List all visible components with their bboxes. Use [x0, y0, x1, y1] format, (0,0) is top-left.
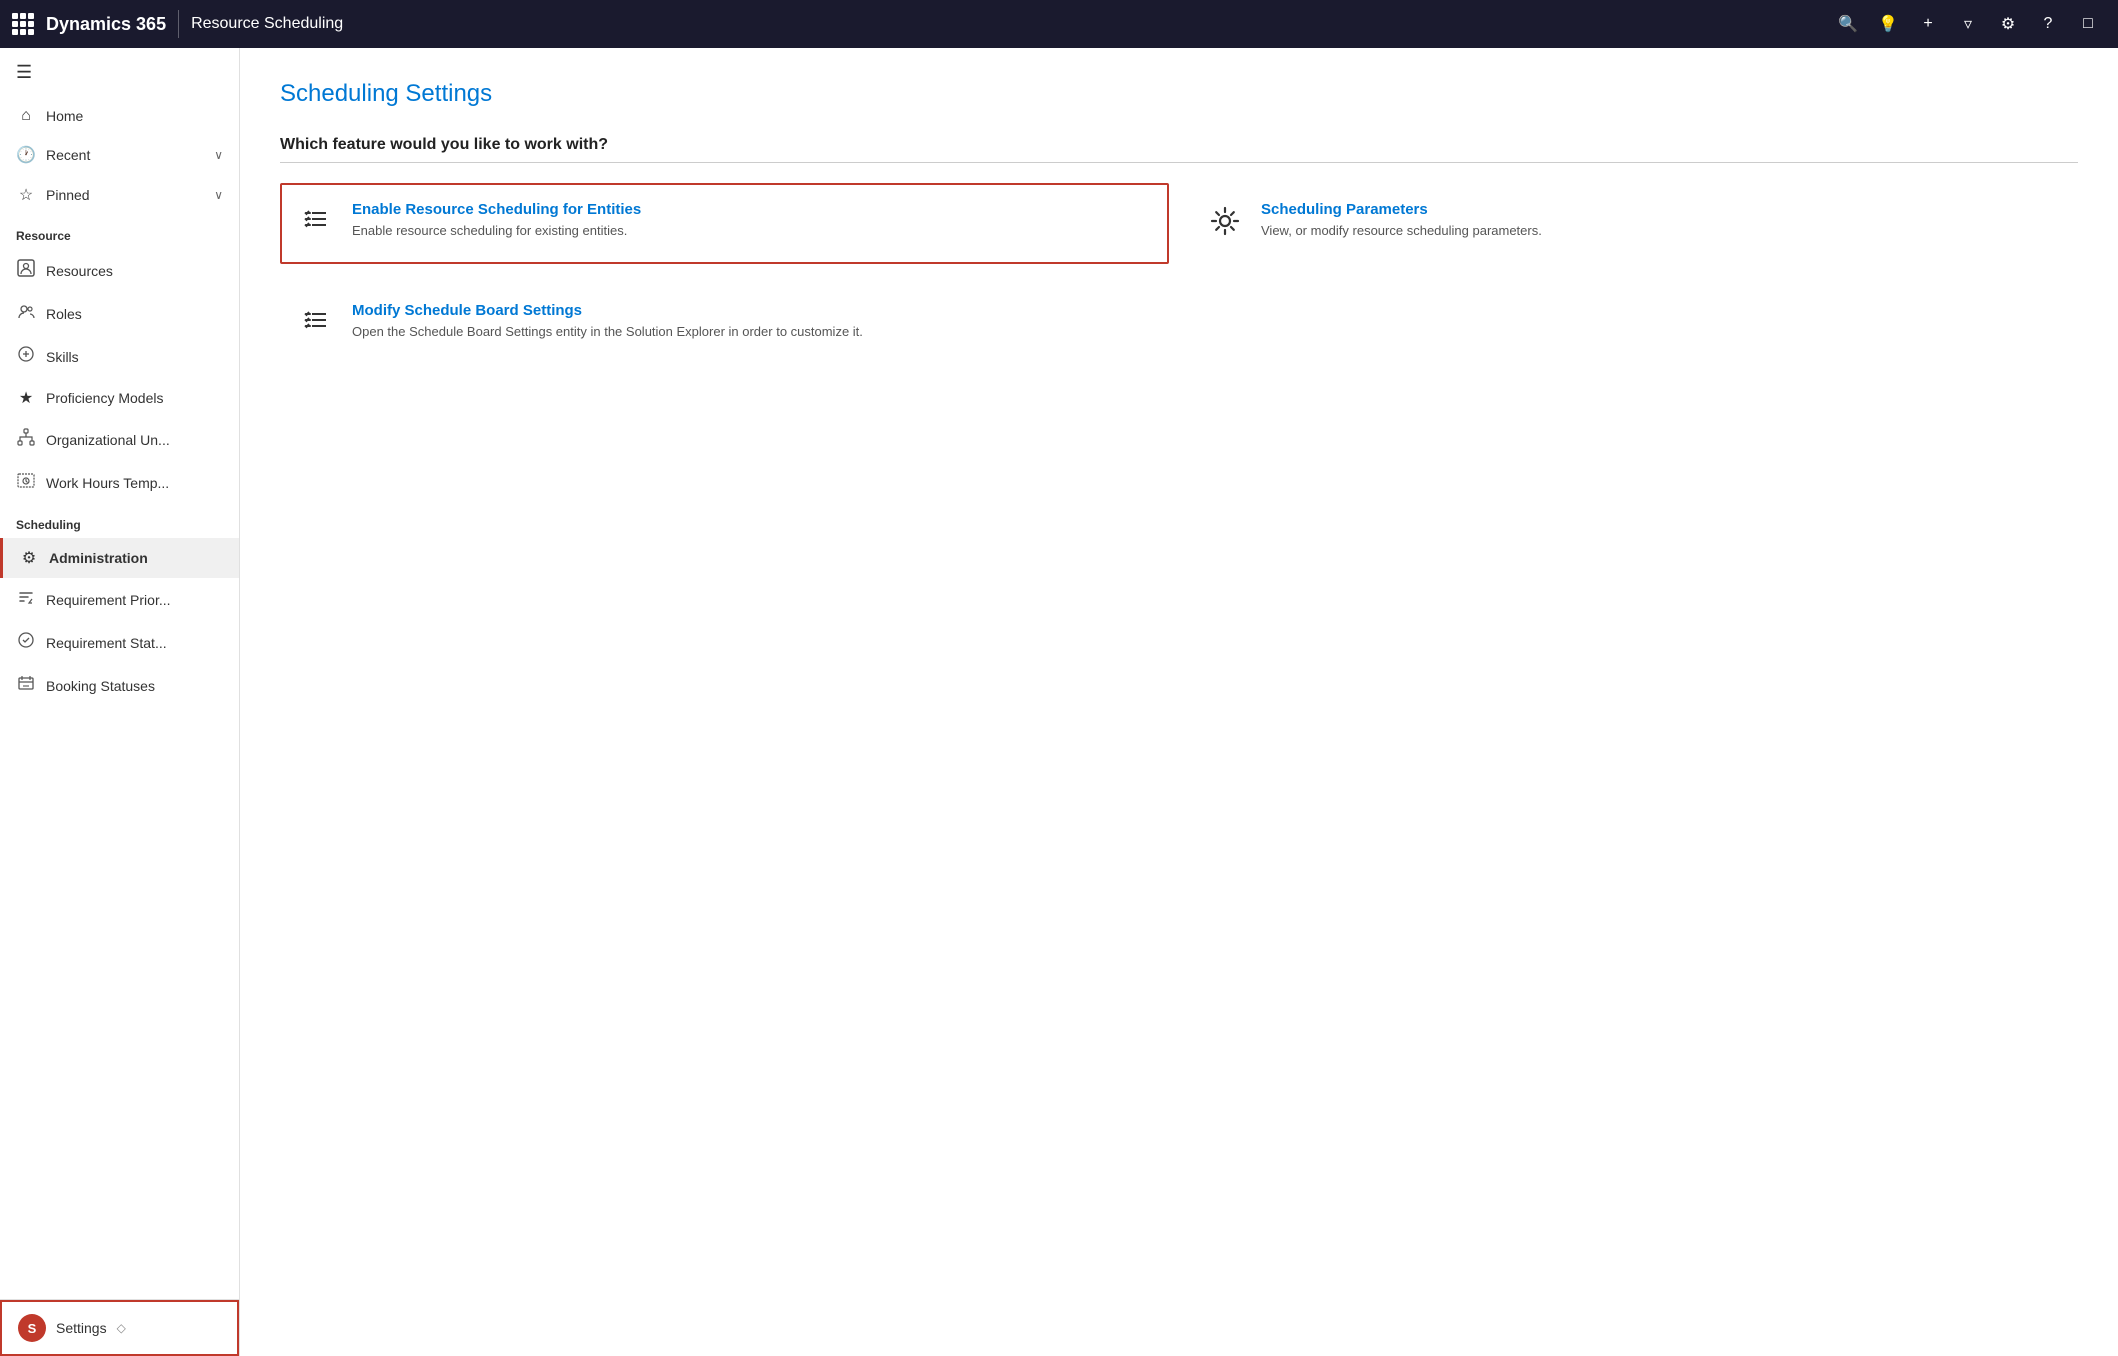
sidebar-reqpriority-label: Requirement Prior...: [46, 592, 223, 608]
chevron-down-icon: ∨: [214, 148, 223, 162]
settings-avatar-letter: S: [28, 1321, 37, 1336]
brand-name: Dynamics 365: [46, 14, 166, 35]
sidebar-item-recent-label: Recent: [46, 147, 204, 163]
sidebar-item-home-label: Home: [46, 108, 223, 124]
nav-divider: [178, 10, 179, 38]
sidebar-item-proficiency[interactable]: ★ Proficiency Models: [0, 378, 239, 418]
add-button[interactable]: +: [1910, 6, 1946, 42]
sidebar-resources-label: Resources: [46, 263, 223, 279]
filter-button[interactable]: ▿: [1950, 6, 1986, 42]
gear-icon: [1207, 203, 1243, 246]
feature-desc-params: View, or modify resource scheduling para…: [1261, 222, 1542, 240]
sidebar-toggle[interactable]: ☰: [0, 48, 239, 97]
page-title: Scheduling Settings: [280, 80, 2078, 108]
settings-button[interactable]: ⚙: [1990, 6, 2026, 42]
sidebar-reqstatus-label: Requirement Stat...: [46, 635, 223, 651]
feature-content-enable: Enable Resource Scheduling for Entities …: [352, 201, 641, 240]
waffle-menu[interactable]: [12, 13, 34, 35]
checklist-icon: [298, 203, 334, 246]
sidebar-administration-label: Administration: [49, 550, 223, 566]
sidebar-item-booking[interactable]: Booking Statuses: [0, 664, 239, 707]
feature-card-enable-resource[interactable]: Enable Resource Scheduling for Entities …: [280, 183, 1169, 264]
clock-icon: 🕐: [16, 145, 36, 165]
feature-title-params: Scheduling Parameters: [1261, 201, 1542, 218]
feature-card-scheduling-params[interactable]: Scheduling Parameters View, or modify re…: [1189, 183, 2078, 264]
feature-grid: Enable Resource Scheduling for Entities …: [280, 183, 2078, 365]
feature-content-params: Scheduling Parameters View, or modify re…: [1261, 201, 1542, 240]
sidebar: ☰ ⌂ Home 🕐 Recent ∨ ☆ Pinned ∨ Resource: [0, 48, 240, 1356]
sidebar-proficiency-label: Proficiency Models: [46, 390, 223, 406]
sidebar-item-reqpriority[interactable]: Requirement Prior...: [0, 578, 239, 621]
settings-bottom: S Settings ◇: [0, 1299, 239, 1356]
settings-label: Settings: [56, 1320, 107, 1336]
sidebar-roles-label: Roles: [46, 306, 223, 322]
sidebar-orgunit-label: Organizational Un...: [46, 432, 223, 448]
sidebar-item-resources[interactable]: Resources: [0, 249, 239, 292]
sidebar-item-recent[interactable]: 🕐 Recent ∨: [0, 135, 239, 175]
main-layout: ☰ ⌂ Home 🕐 Recent ∨ ☆ Pinned ∨ Resource: [0, 48, 2118, 1356]
orgunit-icon: [16, 428, 36, 451]
sidebar-item-pinned-label: Pinned: [46, 187, 204, 203]
sidebar-item-settings[interactable]: S Settings ◇: [0, 1300, 239, 1356]
resources-icon: [16, 259, 36, 282]
feedback-button[interactable]: □: [2070, 6, 2106, 42]
sidebar-item-skills[interactable]: Skills: [0, 335, 239, 378]
sidebar-booking-label: Booking Statuses: [46, 678, 223, 694]
sidebar-item-roles[interactable]: Roles: [0, 292, 239, 335]
home-icon: ⌂: [16, 107, 36, 125]
booking-icon: [16, 674, 36, 697]
resource-section-header: Resource: [0, 215, 239, 249]
reqstatus-icon: [16, 631, 36, 654]
feature-card-modify-board[interactable]: Modify Schedule Board Settings Open the …: [280, 284, 1169, 365]
section-question: Which feature would you like to work wit…: [280, 136, 2078, 163]
sidebar-item-pinned[interactable]: ☆ Pinned ∨: [0, 175, 239, 215]
proficiency-icon: ★: [16, 388, 36, 408]
sidebar-item-administration[interactable]: ⚙ Administration: [0, 538, 239, 578]
pin-icon: ☆: [16, 185, 36, 205]
help-button[interactable]: ?: [2030, 6, 2066, 42]
lightbulb-button[interactable]: 💡: [1870, 6, 1906, 42]
workhours-icon: [16, 471, 36, 494]
module-name: Resource Scheduling: [191, 15, 343, 33]
sidebar-skills-label: Skills: [46, 349, 223, 365]
feature-content-board: Modify Schedule Board Settings Open the …: [352, 302, 863, 341]
search-button[interactable]: 🔍: [1830, 6, 1866, 42]
administration-icon: ⚙: [19, 548, 39, 568]
feature-title-board: Modify Schedule Board Settings: [352, 302, 863, 319]
modify-checklist-icon: [298, 304, 334, 347]
top-nav-icons: 🔍 💡 + ▿ ⚙ ? □: [1830, 6, 2106, 42]
feature-desc-board: Open the Schedule Board Settings entity …: [352, 323, 863, 341]
sidebar-workhours-label: Work Hours Temp...: [46, 475, 223, 491]
reqpriority-icon: [16, 588, 36, 611]
feature-desc-enable: Enable resource scheduling for existing …: [352, 222, 641, 240]
sidebar-item-orgunit[interactable]: Organizational Un...: [0, 418, 239, 461]
settings-avatar: S: [18, 1314, 46, 1342]
skills-icon: [16, 345, 36, 368]
chevron-down-icon-pinned: ∨: [214, 188, 223, 202]
sidebar-item-workhours[interactable]: Work Hours Temp...: [0, 461, 239, 504]
sidebar-item-reqstatus[interactable]: Requirement Stat...: [0, 621, 239, 664]
sidebar-item-home[interactable]: ⌂ Home: [0, 97, 239, 135]
content-area: Scheduling Settings Which feature would …: [240, 48, 2118, 1356]
settings-chevron-icon: ◇: [117, 1321, 126, 1335]
roles-icon: [16, 302, 36, 325]
scheduling-section-header: Scheduling: [0, 504, 239, 538]
feature-title-enable: Enable Resource Scheduling for Entities: [352, 201, 641, 218]
top-navigation: Dynamics 365 Resource Scheduling 🔍 💡 + ▿…: [0, 0, 2118, 48]
